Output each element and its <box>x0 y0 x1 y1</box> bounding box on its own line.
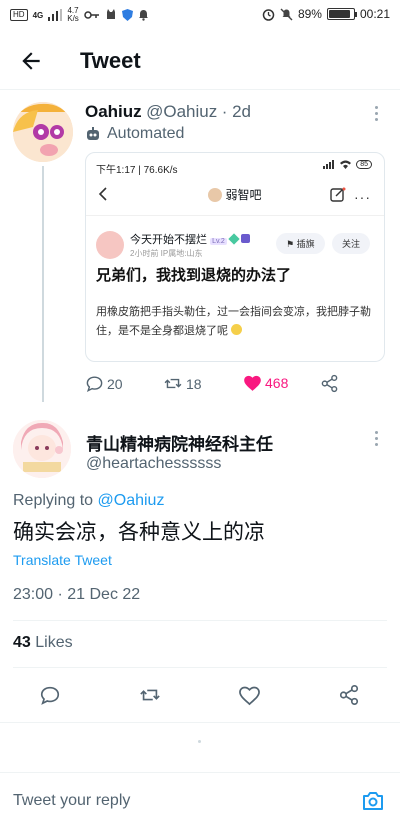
author-handle-2[interactable]: @heartachessssss <box>86 455 221 473</box>
embed-username: 今天开始不摆烂 Lv.2 <box>130 231 250 247</box>
avatar-heartachessssss[interactable] <box>13 420 71 478</box>
embed-status-right: 85 <box>323 160 372 169</box>
like-button[interactable]: 468 <box>243 374 288 392</box>
retweet-icon-2[interactable] <box>138 684 162 706</box>
share-button[interactable] <box>320 374 339 393</box>
replying-to-link[interactable]: @Oahiuz <box>98 492 165 509</box>
robot-icon <box>87 127 99 140</box>
back-arrow-icon[interactable] <box>18 48 44 74</box>
embed-status-time: 下午1:17 | 76.6K/s <box>96 165 178 176</box>
notification-bell-icon <box>138 10 148 21</box>
translate-tweet-link[interactable]: Translate Tweet <box>13 552 112 568</box>
embed-user-avatar <box>96 231 124 259</box>
reply-button[interactable]: 20 <box>85 374 123 393</box>
embed-subline: 2小时前 IP属地:山东 <box>130 249 203 258</box>
heart-filled-icon <box>244 375 261 391</box>
reply-bar: Tweet your reply <box>0 772 400 829</box>
retweet-icon <box>164 378 182 389</box>
embed-follow-button: 关注 <box>332 233 371 254</box>
author-name-2[interactable]: 青山精神病院神经科主任 <box>86 430 273 455</box>
tweet-image[interactable]: 下午1:17 | 76.6K/s 85 弱智吧 ··· 今天开始不摆烂 Lv.2… <box>85 152 385 362</box>
hd-badge: HD <box>10 9 28 21</box>
author-name[interactable]: Oahiuz <box>85 102 142 121</box>
signal-icon <box>48 9 63 21</box>
screen: HD 4G 4.7 K/s 89% 00:21 Tweet Oahiuz @Oa… <box>0 0 400 829</box>
tweet2-actions <box>0 680 400 710</box>
embed-more-icon: ··· <box>354 189 371 205</box>
share-icon <box>321 374 338 393</box>
key-icon <box>84 11 99 19</box>
avatar-oahiuz[interactable] <box>13 102 73 162</box>
retweet-button[interactable]: 18 <box>163 374 202 393</box>
divider-3 <box>0 722 400 723</box>
mute-icon <box>280 8 293 20</box>
likes-count-link[interactable]: 43 Likes <box>13 634 73 652</box>
shield-icon <box>121 9 133 21</box>
more-options-icon-2[interactable] <box>375 431 379 449</box>
embed-edit-icon <box>330 187 346 202</box>
heart-outline-icon[interactable] <box>238 685 261 706</box>
loading-dot <box>198 740 201 743</box>
camera-icon[interactable] <box>361 790 385 812</box>
top-app-bar: Tweet <box>0 36 400 88</box>
battery-percent: 89% <box>297 7 322 21</box>
clock: 00:21 <box>359 7 390 21</box>
divider-2 <box>13 667 387 668</box>
network-type: 4G <box>32 10 44 20</box>
embed-flag-button: ⚑ 插旗 <box>276 233 325 254</box>
reply-icon-2[interactable] <box>39 684 61 706</box>
more-options-icon[interactable] <box>375 106 379 124</box>
author-handle[interactable]: @Oahiuz <box>146 102 217 121</box>
embed-headline: 兄弟们，我找到退烧的办法了 <box>96 267 292 284</box>
page-title: Tweet <box>80 48 141 73</box>
divider-1 <box>13 620 387 621</box>
thread-line <box>42 166 44 402</box>
tweet-text: 确实会凉，各种意义上的凉 <box>13 521 265 544</box>
share-icon-2[interactable] <box>338 684 360 706</box>
automated-label: Automated <box>85 125 184 143</box>
tweet-timestamp[interactable]: 23:00 · 21 Dec 22 <box>13 586 140 604</box>
header-divider <box>0 89 400 90</box>
reply-icon <box>86 376 103 393</box>
status-bar: HD 4G 4.7 K/s 89% 00:21 <box>0 0 400 32</box>
replying-to: Replying to @Oahiuz <box>13 492 165 509</box>
battery-icon <box>326 8 357 20</box>
tweet1-header: Oahiuz @Oahiuz · 2d <box>85 102 251 122</box>
alarm-icon <box>262 8 275 21</box>
embed-body: 用橡皮筋把手指头勒住，过一会指间会变凉，我把脖子勒住，是不是全身都退烧了呢 <box>96 306 371 337</box>
tweet-age: · 2d <box>221 102 251 121</box>
reply-input[interactable]: Tweet your reply <box>13 792 130 810</box>
cat-icon <box>106 9 115 19</box>
network-speed: 4.7 K/s <box>67 6 79 23</box>
tweet1-actions: 20 18 468 <box>85 374 385 398</box>
